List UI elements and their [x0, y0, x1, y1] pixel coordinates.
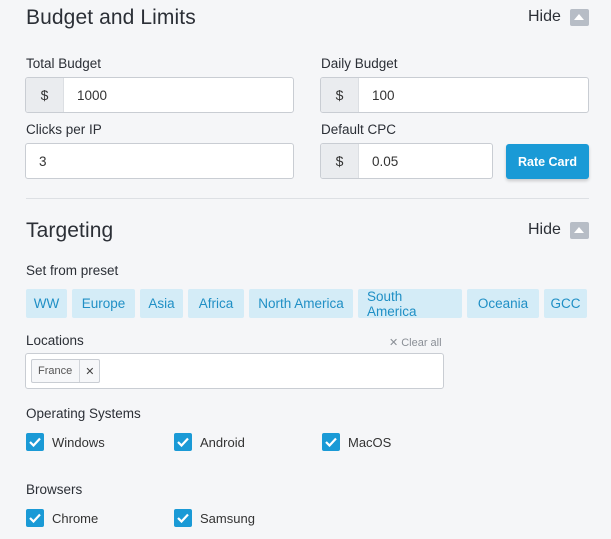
clear-all-link[interactable]: ✕ Clear all [389, 336, 442, 350]
location-tag: France ✕ [31, 359, 101, 383]
preset-list: WW Europe Asia Africa North America Sout… [26, 289, 587, 319]
location-tag-label: France [32, 360, 81, 382]
preset-button-north-america[interactable]: North America [249, 289, 353, 318]
browser-option-chrome[interactable]: Chrome [26, 509, 98, 527]
daily-budget-field[interactable]: $ 100 [320, 77, 589, 113]
preset-button-oceania[interactable]: Oceania [467, 289, 539, 318]
os-option-macos[interactable]: MacOS [322, 433, 391, 451]
close-icon: ✕ [389, 337, 399, 349]
os-label: Operating Systems [26, 406, 141, 421]
budget-hide-toggle[interactable]: Hide [528, 8, 589, 26]
browser-option-label: Chrome [52, 510, 99, 526]
browsers-label: Browsers [26, 482, 83, 497]
daily-budget-value[interactable]: 100 [359, 78, 588, 112]
collapse-up-icon [569, 221, 589, 239]
preset-button-gcc[interactable]: GCC [544, 289, 587, 318]
checkbox-checked-icon[interactable] [174, 509, 192, 527]
section-divider [26, 198, 589, 199]
default-cpc-value[interactable]: 0.05 [359, 144, 492, 178]
remove-tag-icon[interactable]: ✕ [80, 365, 99, 378]
checkbox-checked-icon[interactable] [322, 433, 340, 451]
os-option-label: MacOS [348, 434, 392, 450]
budget-section-title: Budget and Limits [26, 6, 196, 29]
targeting-hide-label: Hide [528, 221, 561, 238]
currency-prefix: $ [321, 78, 359, 112]
preset-button-ww[interactable]: WW [26, 289, 67, 318]
currency-prefix: $ [321, 144, 359, 178]
clear-all-label: Clear all [401, 336, 442, 349]
os-option-windows[interactable]: Windows [26, 433, 105, 451]
targeting-hide-toggle[interactable]: Hide [528, 221, 589, 239]
rate-card-button[interactable]: Rate Card [506, 144, 589, 179]
preset-label: Set from preset [26, 263, 119, 278]
budget-hide-label: Hide [528, 8, 561, 25]
default-cpc-field[interactable]: $ 0.05 [320, 143, 493, 179]
daily-budget-label: Daily Budget [321, 56, 398, 71]
preset-button-south-america[interactable]: South America [358, 289, 462, 319]
checkbox-checked-icon[interactable] [26, 509, 44, 527]
clicks-per-ip-field[interactable]: 3 [25, 143, 294, 179]
preset-button-europe[interactable]: Europe [72, 289, 135, 318]
collapse-up-icon [569, 8, 589, 26]
total-budget-value[interactable]: 1000 [64, 78, 293, 112]
checkbox-checked-icon[interactable] [26, 433, 44, 451]
os-option-label: Windows [52, 434, 105, 450]
total-budget-label: Total Budget [26, 56, 102, 71]
preset-button-africa[interactable]: Africa [188, 289, 244, 318]
total-budget-field[interactable]: $ 1000 [25, 77, 294, 113]
browser-option-samsung[interactable]: Samsung [174, 509, 255, 527]
preset-button-asia[interactable]: Asia [140, 289, 183, 318]
os-option-android[interactable]: Android [174, 433, 245, 451]
locations-label: Locations [26, 333, 84, 348]
default-cpc-label: Default CPC [321, 122, 397, 137]
currency-prefix: $ [26, 78, 64, 112]
os-option-label: Android [200, 434, 245, 450]
targeting-section-title: Targeting [26, 219, 114, 242]
browser-option-label: Samsung [200, 510, 255, 526]
clicks-per-ip-label: Clicks per IP [26, 122, 102, 137]
clicks-per-ip-value[interactable]: 3 [26, 144, 293, 178]
locations-input[interactable]: France ✕ [25, 353, 444, 389]
checkbox-checked-icon[interactable] [174, 433, 192, 451]
